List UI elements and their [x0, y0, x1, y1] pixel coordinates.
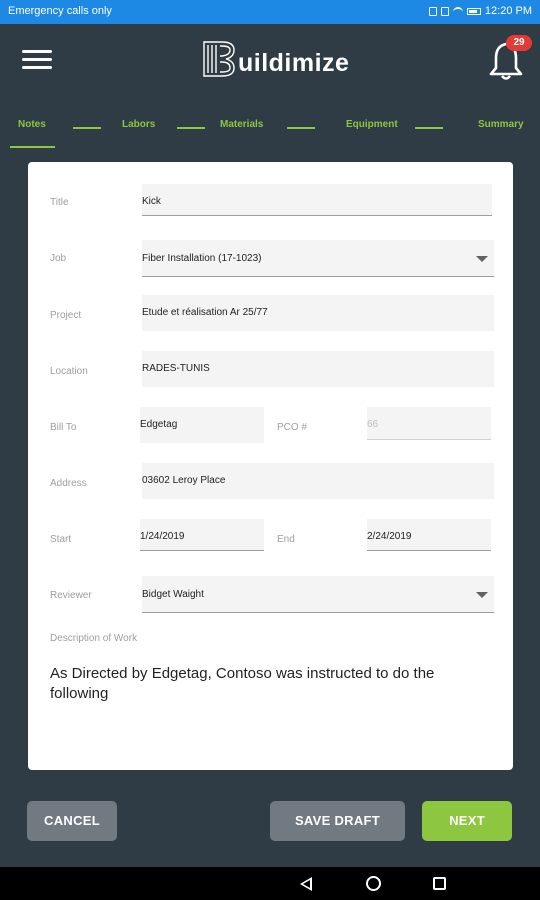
active-step-indicator: [10, 146, 55, 148]
chevron-down-icon: [476, 592, 488, 598]
address-field[interactable]: 03602 Leroy Place: [142, 463, 494, 499]
step-materials[interactable]: Materials: [220, 119, 263, 130]
next-button[interactable]: NEXT: [422, 801, 512, 841]
reviewer-select[interactable]: Bidget Waight: [142, 576, 494, 613]
step-labors[interactable]: Labors: [122, 119, 155, 130]
brand-name: uildimize: [238, 48, 350, 77]
title-label: Title: [50, 197, 69, 208]
step-divider: [287, 127, 315, 129]
address-value: 03602 Leroy Place: [142, 475, 226, 486]
reviewer-value: Bidget Waight: [142, 589, 204, 600]
end-date-field[interactable]: 2/24/2019: [367, 519, 491, 551]
notification-badge: 29: [506, 35, 532, 51]
project-field[interactable]: Etude et réalisation Ar 25/77: [142, 295, 494, 331]
recent-apps-icon[interactable]: [433, 877, 446, 890]
logo-b-icon: [203, 41, 235, 77]
title-field[interactable]: Kick: [142, 184, 492, 216]
location-field[interactable]: RADES-TUNIS: [142, 351, 494, 387]
title-value: Kick: [142, 196, 161, 207]
bill-to-field[interactable]: Edgetag: [140, 407, 264, 443]
wizard-steps: Notes Labors Materials Equipment Summary: [0, 112, 540, 148]
start-label: Start: [50, 534, 72, 545]
status-carrier-text: Emergency calls only: [8, 5, 112, 17]
cancel-button[interactable]: CANCEL: [27, 801, 117, 841]
job-select[interactable]: Fiber Installation (17-1023): [142, 240, 494, 277]
project-value: Etude et réalisation Ar 25/77: [142, 307, 268, 318]
step-equipment[interactable]: Equipment: [346, 119, 398, 130]
location-value: RADES-TUNIS: [142, 363, 210, 374]
location-label: Location: [50, 366, 88, 377]
home-icon[interactable]: [366, 876, 381, 891]
wifi-icon: [452, 7, 463, 15]
step-notes[interactable]: Notes: [18, 119, 46, 130]
project-label: Project: [50, 310, 82, 321]
bill-to-value: Edgetag: [140, 419, 178, 430]
bill-to-label: Bill To: [50, 422, 77, 433]
job-value: Fiber Installation (17-1023): [142, 253, 262, 264]
vibrate-icon: [428, 6, 437, 16]
chevron-down-icon: [476, 256, 488, 262]
step-divider: [73, 127, 101, 129]
pco-field[interactable]: 66: [367, 407, 491, 440]
job-label: Job: [50, 253, 67, 264]
step-divider: [415, 127, 443, 129]
app-logo: uildimize: [202, 40, 349, 78]
end-value: 2/24/2019: [367, 531, 412, 542]
system-nav-bar: [0, 867, 540, 900]
sim-icon: [440, 6, 449, 16]
pco-label: PCO #: [277, 422, 308, 433]
status-time: 12:20 PM: [484, 5, 532, 17]
description-label: Description of Work: [50, 633, 138, 644]
description-textarea[interactable]: As Directed by Edgetag, Contoso was inst…: [50, 664, 490, 704]
address-label: Address: [50, 478, 87, 489]
save-draft-button[interactable]: SAVE DRAFT: [270, 801, 405, 841]
menu-icon[interactable]: [22, 48, 52, 72]
battery-icon: [466, 7, 481, 15]
pco-placeholder: 66: [367, 419, 379, 430]
back-icon[interactable]: [300, 877, 312, 891]
status-icons: 12:20 PM: [428, 5, 532, 17]
end-label: End: [277, 534, 295, 545]
step-divider: [177, 127, 205, 129]
notes-form-card: Title Kick Job Fiber Installation (17-10…: [28, 162, 513, 770]
step-summary[interactable]: Summary: [478, 119, 524, 130]
start-value: 1/24/2019: [140, 531, 185, 542]
status-bar: Emergency calls only 12:20 PM: [0, 0, 540, 24]
start-date-field[interactable]: 1/24/2019: [140, 519, 264, 551]
reviewer-label: Reviewer: [50, 590, 92, 601]
